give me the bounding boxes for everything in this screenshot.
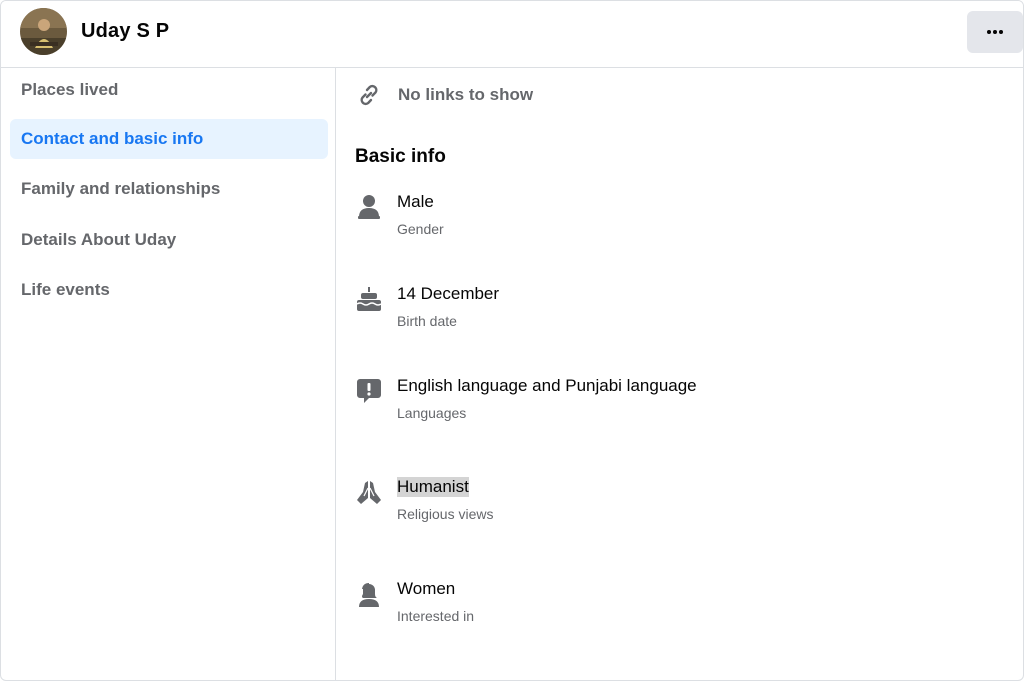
more-horizontal-icon <box>987 30 1003 34</box>
birthday-cake-icon <box>356 287 382 311</box>
sidebar-item-contact-basic-info[interactable]: Contact and basic info <box>10 119 328 159</box>
no-links-text: No links to show <box>398 85 534 104</box>
sidebar-item-label: Contact and basic info <box>21 129 204 148</box>
info-value: Women <box>397 579 456 598</box>
sidebar-item-details-about[interactable]: Details About Uday <box>10 220 328 260</box>
sidebar-item-places-lived[interactable]: Places lived <box>10 70 328 110</box>
link-icon <box>360 84 378 106</box>
info-label: Interested in <box>397 608 475 624</box>
avatar[interactable] <box>20 8 67 55</box>
profile-about-panel: Uday S P Places lived Contact and basic … <box>0 0 1024 681</box>
gender-icon <box>358 195 380 219</box>
sidebar-item-life-events[interactable]: Life events <box>10 270 328 310</box>
info-label: Birth date <box>397 313 457 329</box>
more-options-button[interactable] <box>967 11 1023 53</box>
praying-hands-icon <box>357 481 381 504</box>
profile-name[interactable]: Uday S P <box>81 20 169 43</box>
basic-info-title: Basic info <box>355 146 446 167</box>
info-value: English language and Punjabi language <box>397 376 697 395</box>
links-row: No links to show <box>355 80 533 110</box>
interested-in-icon <box>359 583 379 607</box>
info-value: 14 December <box>397 284 500 303</box>
sidebar-item-label: Family and relationships <box>21 179 221 198</box>
about-sidebar: Places lived Contact and basic info Fami… <box>1 68 336 680</box>
info-label: Gender <box>397 221 444 237</box>
sidebar-item-label: Life events <box>21 280 110 299</box>
sidebar-item-label: Details About Uday <box>21 230 177 249</box>
info-label: Languages <box>397 405 467 421</box>
profile-header: Uday S P <box>1 1 1023 68</box>
sidebar-item-family-relationships[interactable]: Family and relationships <box>10 169 328 209</box>
info-value: Humanist <box>397 477 469 497</box>
languages-icon <box>357 379 381 403</box>
about-content: No links to show Basic info Male Gender … <box>337 68 1023 680</box>
info-value: Male <box>397 192 434 211</box>
info-label: Religious views <box>397 506 494 522</box>
sidebar-item-label: Places lived <box>21 80 119 99</box>
